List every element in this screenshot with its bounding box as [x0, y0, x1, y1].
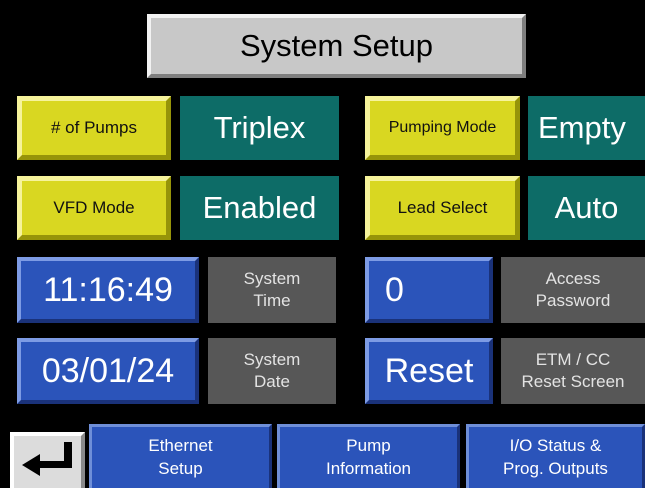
reset-button[interactable]: Reset: [365, 338, 493, 404]
vfd-mode-button[interactable]: VFD Mode: [17, 176, 171, 240]
system-setup-screen: System Setup # of Pumps Triplex Pumping …: [0, 0, 645, 488]
access-password-label: Access Password: [501, 257, 645, 323]
pump-information-button[interactable]: Pump Information: [277, 424, 460, 488]
back-button[interactable]: [10, 432, 85, 488]
io-status-prog-outputs-button[interactable]: I/O Status & Prog. Outputs: [466, 424, 645, 488]
lead-select-value: Auto: [528, 176, 645, 240]
page-title: System Setup: [147, 14, 526, 78]
pumping-mode-button[interactable]: Pumping Mode: [365, 96, 520, 160]
system-time-label: System Time: [208, 257, 336, 323]
etm-cc-reset-label: ETM / CC Reset Screen: [501, 338, 645, 404]
system-time-button[interactable]: 11:16:49: [17, 257, 199, 323]
num-pumps-button[interactable]: # of Pumps: [17, 96, 171, 160]
return-arrow-icon: [18, 438, 78, 486]
access-password-button[interactable]: 0: [365, 257, 493, 323]
system-date-label: System Date: [208, 338, 336, 404]
num-pumps-value: Triplex: [180, 96, 339, 160]
vfd-mode-value: Enabled: [180, 176, 339, 240]
ethernet-setup-button[interactable]: Ethernet Setup: [89, 424, 272, 488]
lead-select-button[interactable]: Lead Select: [365, 176, 520, 240]
system-date-button[interactable]: 03/01/24: [17, 338, 199, 404]
pumping-mode-value: Empty: [528, 96, 645, 160]
